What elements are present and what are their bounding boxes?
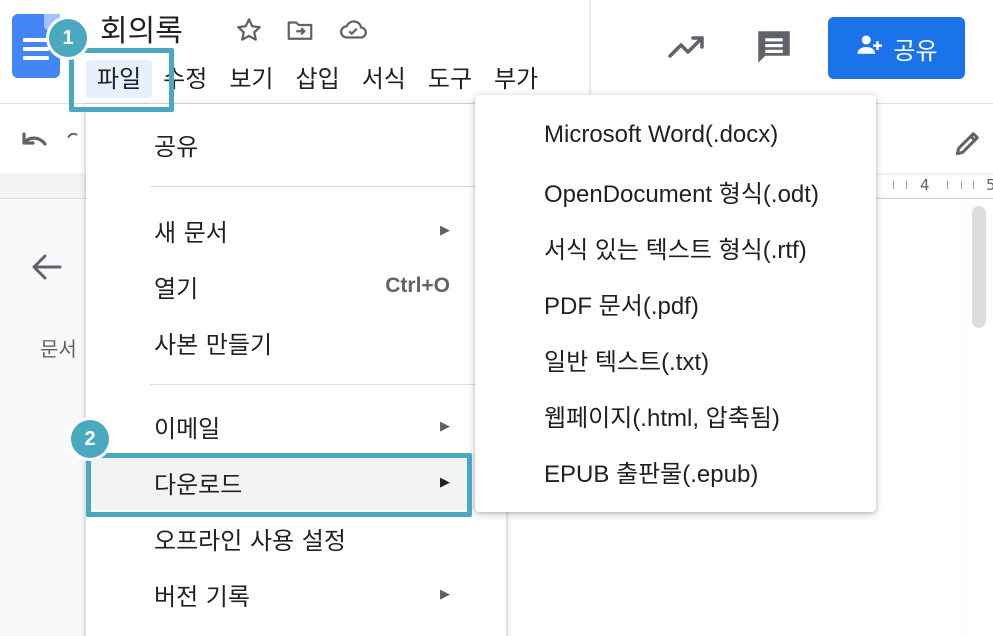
download-option-docx[interactable]: Microsoft Word(.docx) xyxy=(475,107,876,163)
download-submenu: Microsoft Word(.docx) OpenDocument 형식(.o… xyxy=(475,95,876,512)
menu-item-label: PDF 문서(.pdf) xyxy=(544,292,699,320)
pencil-icon[interactable] xyxy=(952,127,984,159)
submenu-arrow-icon: ▶ xyxy=(440,222,450,238)
undo-icon[interactable] xyxy=(18,127,52,157)
file-menu: 공유 새 문서 ▶ 열기 Ctrl+O 사본 만들기 이메일 ▶ 다운로드 ▶ … xyxy=(86,104,506,636)
menu-tools[interactable]: 도구 xyxy=(417,60,483,98)
file-menu-version-history[interactable]: 버전 기록 ▶ xyxy=(86,566,506,622)
file-menu-make-copy[interactable]: 사본 만들기 xyxy=(86,314,506,370)
menu-divider xyxy=(150,384,506,385)
menu-item-label: 이메일 xyxy=(154,414,221,443)
file-menu-email[interactable]: 이메일 ▶ xyxy=(86,398,506,454)
download-option-epub[interactable]: EPUB 출판물(.epub) xyxy=(475,443,876,499)
download-option-odt[interactable]: OpenDocument 형식(.odt) xyxy=(475,163,876,219)
file-menu-open[interactable]: 열기 Ctrl+O xyxy=(86,258,506,314)
menu-item-label: 버전 기록 xyxy=(154,582,250,611)
menu-item-label: 서식 있는 텍스트 형식(.rtf) xyxy=(544,236,807,264)
comment-icon[interactable] xyxy=(753,26,795,68)
star-icon[interactable] xyxy=(234,15,264,45)
ruler-number: 4 xyxy=(920,176,930,194)
menu-item-label: Microsoft Word(.docx) xyxy=(544,121,779,148)
move-to-folder-icon[interactable] xyxy=(285,15,315,45)
menu-item-label: 웹페이지(.html, 압축됨) xyxy=(544,404,780,432)
menu-item-label: 열기 xyxy=(154,274,199,303)
document-title[interactable]: 회의록 xyxy=(100,6,183,50)
menu-item-label: 사본 만들기 xyxy=(154,330,273,359)
callout-highlight-file-menu xyxy=(69,48,174,112)
download-option-html[interactable]: 웹페이지(.html, 압축됨) xyxy=(475,387,876,443)
callout-step-badge-1: 1 xyxy=(49,19,87,57)
menu-item-label: 공유 xyxy=(154,132,199,161)
file-menu-share[interactable]: 공유 xyxy=(86,116,506,172)
callout-highlight-download xyxy=(86,453,472,517)
scrollbar-thumb[interactable] xyxy=(972,206,986,328)
redo-icon[interactable] xyxy=(66,127,86,157)
menu-item-label: OpenDocument 형식(.odt) xyxy=(544,180,819,208)
file-menu-offline[interactable]: 오프라인 사용 설정 xyxy=(86,510,506,566)
share-button[interactable]: 공유 xyxy=(828,17,965,79)
ruler-number: 5 xyxy=(986,176,993,194)
menu-view[interactable]: 보기 xyxy=(218,60,284,98)
menu-format[interactable]: 서식 xyxy=(351,60,417,98)
cloud-saved-icon[interactable] xyxy=(338,15,368,45)
menu-item-label: 새 문서 xyxy=(154,218,228,247)
menu-item-label: EPUB 출판물(.epub) xyxy=(544,460,759,488)
share-button-label: 공유 xyxy=(893,36,938,65)
callout-step-badge-2: 2 xyxy=(71,420,109,458)
download-option-pdf[interactable]: PDF 문서(.pdf) xyxy=(475,275,876,331)
outline-label: 문서 xyxy=(40,337,77,361)
people-icon xyxy=(855,30,885,66)
menu-item-label: 일반 텍스트(.txt) xyxy=(544,348,710,376)
download-option-txt[interactable]: 일반 텍스트(.txt) xyxy=(475,331,876,387)
file-menu-new-document[interactable]: 새 문서 ▶ xyxy=(86,202,506,258)
menu-insert[interactable]: 삽입 xyxy=(285,60,351,98)
trending-up-icon[interactable] xyxy=(666,30,706,62)
header-divider xyxy=(589,0,591,104)
submenu-arrow-icon: ▶ xyxy=(440,418,450,434)
menu-addons[interactable]: 부가 xyxy=(483,60,549,98)
arrow-back-icon[interactable] xyxy=(30,252,64,282)
submenu-arrow-icon: ▶ xyxy=(440,586,450,602)
menu-divider xyxy=(150,186,506,187)
menu-shortcut: Ctrl+O xyxy=(385,274,450,297)
download-option-rtf[interactable]: 서식 있는 텍스트 형식(.rtf) xyxy=(475,219,876,275)
menu-item-label: 오프라인 사용 설정 xyxy=(154,526,346,555)
